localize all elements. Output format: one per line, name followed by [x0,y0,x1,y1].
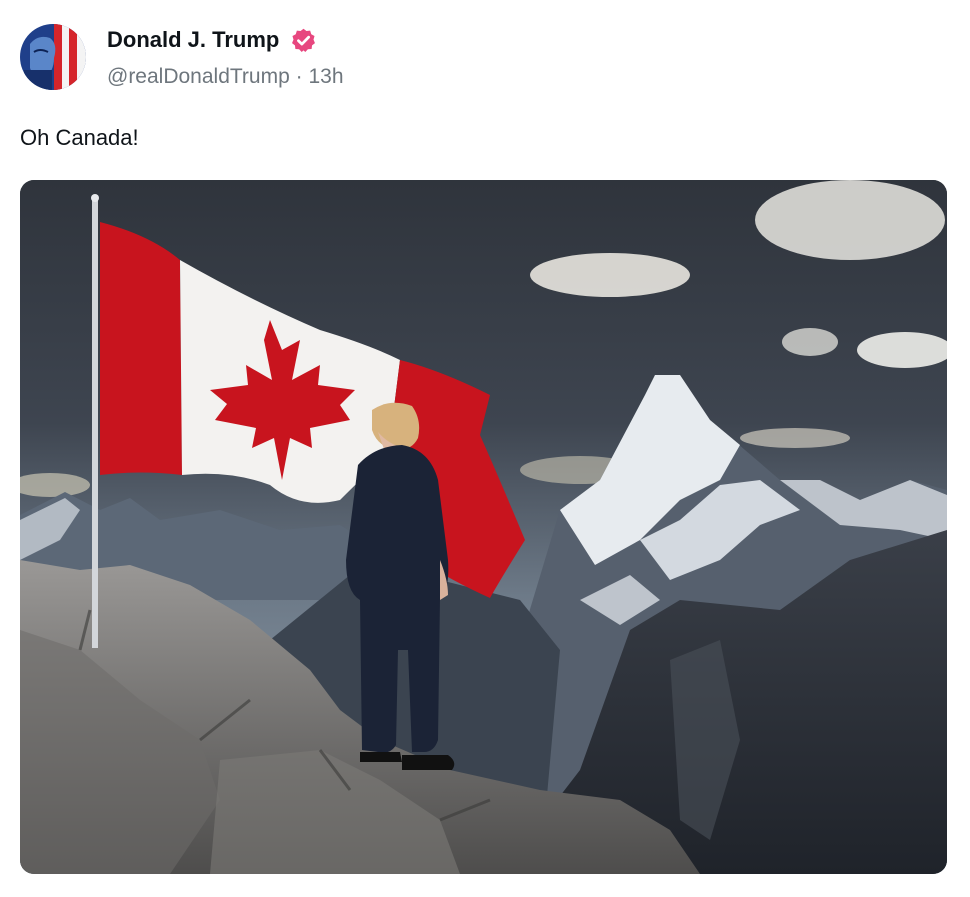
author-avatar[interactable] [20,24,86,90]
author-handle[interactable]: @realDonaldTrump [107,65,290,88]
verified-check-icon [292,28,315,52]
author-name[interactable]: Donald J. Trump [107,27,279,53]
meta-separator: · [295,65,303,88]
post-timestamp[interactable]: 13h [308,65,343,88]
post-meta: @realDonaldTrump · 13h [107,65,344,89]
post-text: Oh Canada! [20,125,139,150]
post-image[interactable] [20,180,947,874]
